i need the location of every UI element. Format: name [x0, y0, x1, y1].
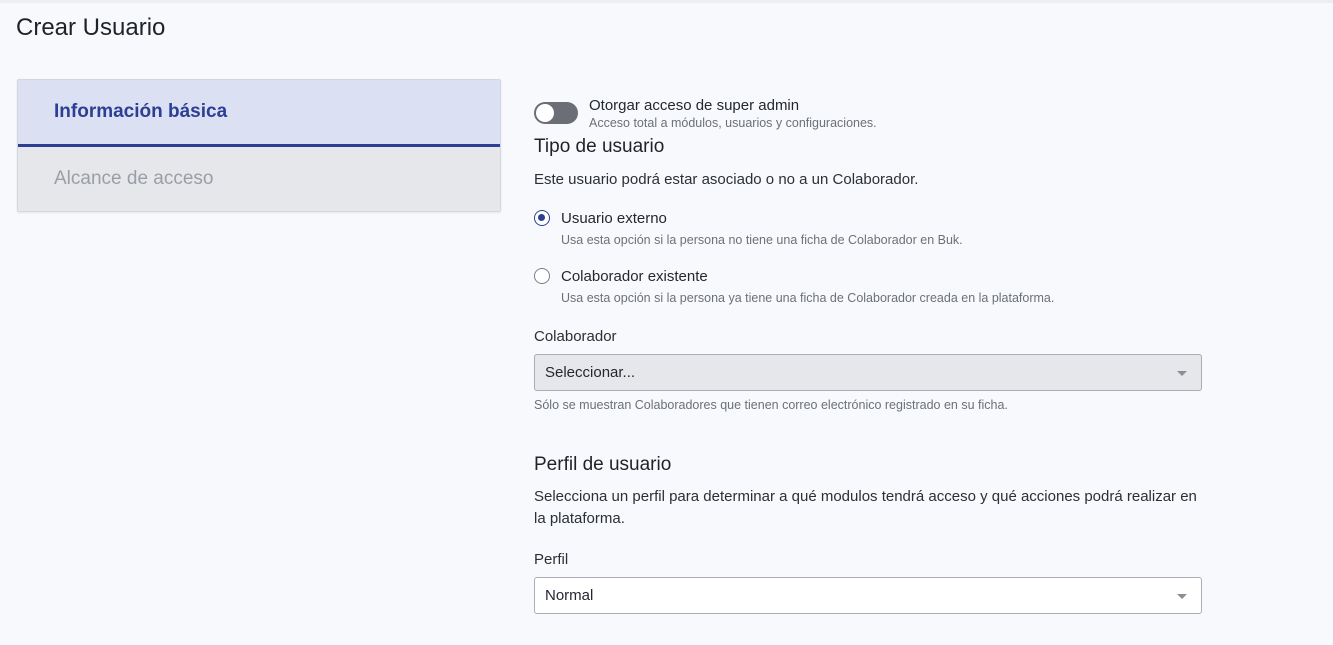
collaborator-hint: Sólo se muestran Colaboradores que tiene… — [534, 398, 1008, 412]
radio-selected-dot — [538, 214, 545, 221]
top-divider — [0, 0, 1333, 3]
colaborador-existente-radio[interactable] — [534, 268, 550, 284]
user-type-description: Este usuario podrá estar asociado o no a… — [534, 171, 919, 188]
colaborador-existente-help: Usa esta opción si la persona ya tiene u… — [561, 291, 1055, 305]
usuario-externo-radio[interactable] — [534, 210, 550, 226]
collaborator-label: Colaborador — [534, 328, 617, 345]
user-type-title: Tipo de usuario — [534, 136, 665, 157]
profile-select-value: Normal — [545, 587, 594, 604]
page-title: Crear Usuario — [16, 14, 166, 41]
super-admin-label: Otorgar acceso de super admin — [589, 97, 800, 114]
section-tabs: Información básica Alcance de acceso — [17, 79, 501, 212]
radio-option-colaborador-existente: Colaborador existente Usa esta opción si… — [534, 267, 1054, 307]
profile-title: Perfil de usuario — [534, 454, 672, 475]
collaborator-select[interactable]: Seleccionar... — [534, 354, 1202, 391]
profile-select[interactable]: Normal — [534, 577, 1202, 614]
tab-alcance-de-acceso[interactable]: Alcance de acceso — [18, 147, 500, 211]
super-admin-toggle[interactable] — [534, 102, 578, 124]
profile-label: Perfil — [534, 551, 569, 568]
tab-informacion-basica[interactable]: Información básica — [18, 80, 500, 147]
chevron-down-icon — [1177, 371, 1187, 376]
profile-description: Selecciona un perfil para determinar a q… — [534, 488, 1197, 527]
toggle-knob — [536, 104, 554, 122]
usuario-externo-help: Usa esta opción si la persona no tiene u… — [561, 233, 963, 247]
collaborator-select-value: Seleccionar... — [545, 364, 636, 381]
usuario-externo-label[interactable]: Usuario externo — [561, 209, 963, 228]
radio-option-usuario-externo: Usuario externo Usa esta opción si la pe… — [534, 209, 963, 249]
super-admin-help: Acceso total a módulos, usuarios y confi… — [589, 116, 877, 130]
chevron-down-icon — [1177, 594, 1187, 599]
colaborador-existente-label[interactable]: Colaborador existente — [561, 267, 1054, 286]
super-admin-row: Otorgar acceso de super admin Acceso tot… — [534, 96, 877, 132]
